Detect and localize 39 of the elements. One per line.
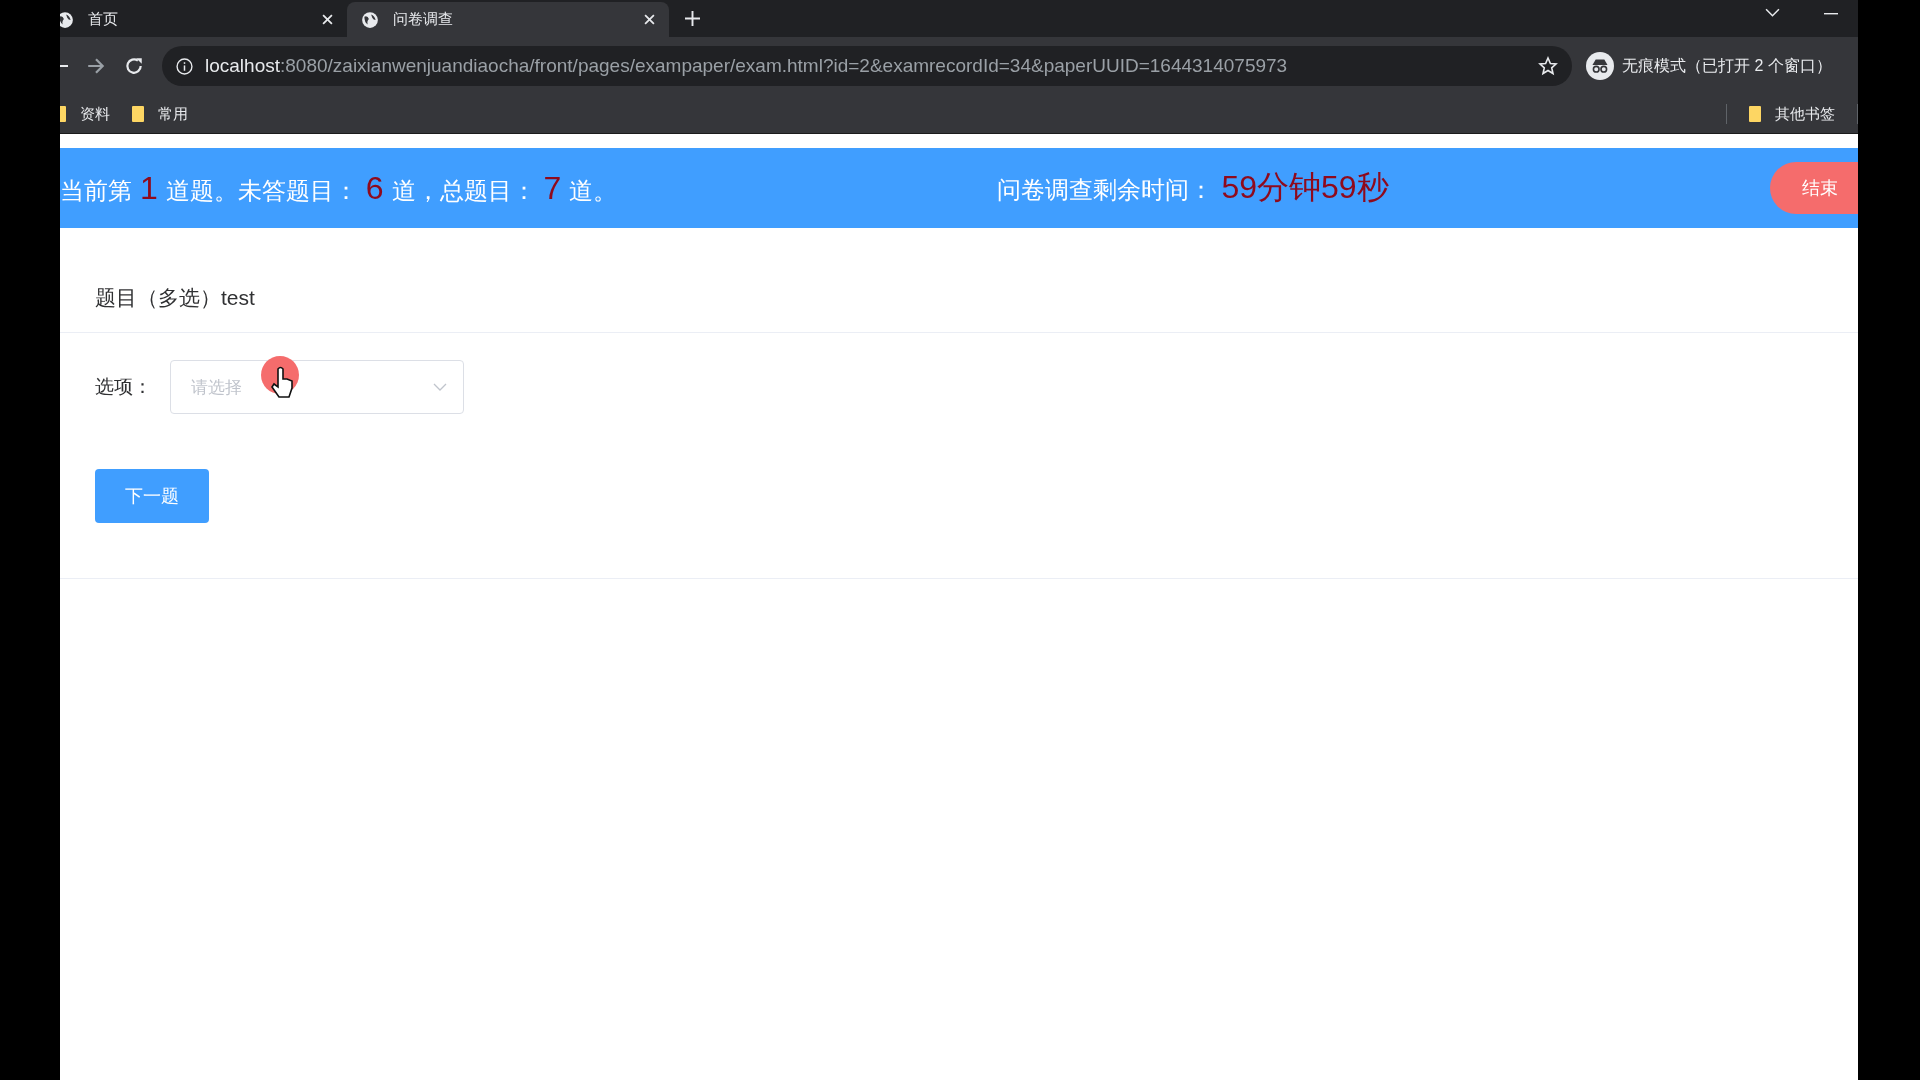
close-icon[interactable] (322, 14, 333, 25)
question-title: 题目（多选）test (60, 228, 1858, 333)
tab-title: 问卷调查 (393, 10, 454, 29)
timer-label: 问卷调查剩余时间： (997, 175, 1214, 205)
incognito-icon[interactable] (1586, 52, 1614, 80)
field-label: 选项： (95, 375, 152, 399)
browser-tab[interactable]: 首页 (60, 2, 347, 37)
progress-text: 道。 (569, 175, 618, 206)
chevron-down-icon[interactable] (1765, 8, 1780, 17)
tab-title: 首页 (88, 10, 119, 29)
new-tab-icon[interactable] (685, 11, 700, 26)
browser-tab[interactable]: 问卷调查 (347, 2, 669, 37)
reload-icon[interactable] (124, 56, 144, 76)
count-value: 1 (140, 169, 158, 207)
url-text: localhost:8080/zaixianwenjuandiaocha/front/pages/exampaper/exam.html?id=2&examrecordId=34&paperUUID=1644314075973 (205, 55, 1288, 77)
globe-icon (60, 10, 74, 29)
bookmark-folder[interactable]: 资料 (60, 104, 110, 124)
bookmark-label: 其他书签 (1775, 104, 1835, 124)
progress-text: 当前第 (60, 175, 132, 206)
minimize-icon[interactable] (1824, 13, 1838, 15)
star-icon[interactable] (1538, 56, 1558, 76)
progress-text: 道，总题目： (391, 175, 536, 206)
bookmark-folder[interactable]: 常用 (132, 104, 188, 124)
globe-icon (361, 10, 379, 29)
bookmark-label: 资料 (80, 104, 110, 124)
forward-arrow-icon[interactable] (86, 56, 106, 76)
count-value: 7 (543, 169, 562, 207)
address-bar[interactable]: localhost:8080/zaixianwenjuandiaocha/front/pages/exampaper/exam.html?id=2&examrecordId=34&paperUUID=1644314075973 (162, 46, 1572, 86)
folder-icon (132, 106, 144, 122)
progress-text: 道题。未答题目： (165, 175, 358, 206)
incognito-label[interactable]: 无痕模式（已打开 2 个窗口） (1622, 55, 1832, 77)
folder-icon (1749, 106, 1761, 122)
other-bookmarks[interactable]: 其他书签 (1749, 104, 1835, 124)
close-icon[interactable] (644, 14, 655, 25)
timer-value: 59分钟59秒 (1221, 168, 1389, 207)
bookmark-label: 常用 (158, 104, 188, 124)
count-value: 6 (365, 169, 384, 207)
info-icon (176, 57, 193, 75)
caret-icon (433, 383, 447, 391)
